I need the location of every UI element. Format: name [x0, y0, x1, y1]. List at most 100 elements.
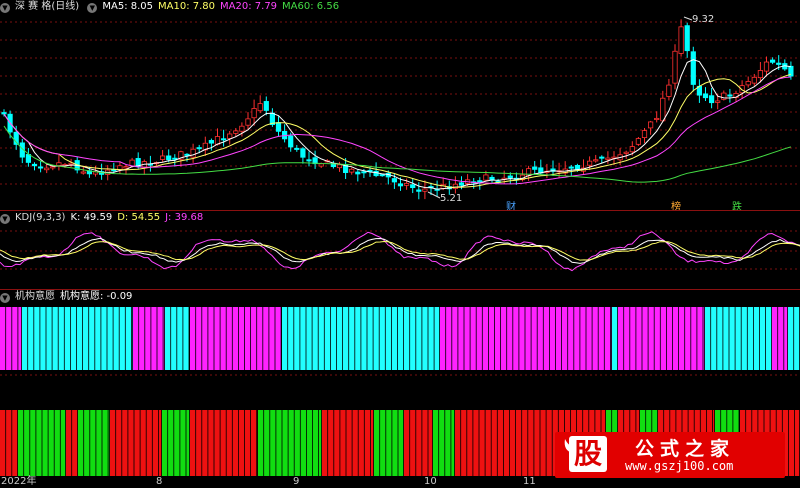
candle-body[interactable]	[25, 154, 32, 163]
candle-body[interactable]	[38, 166, 44, 169]
candle-body[interactable]	[208, 140, 214, 144]
candle-body[interactable]	[727, 94, 733, 97]
candle-body[interactable]	[410, 184, 416, 189]
candle-body[interactable]	[678, 26, 684, 54]
candle-body[interactable]	[593, 159, 599, 162]
candle-body[interactable]	[605, 157, 611, 160]
candle-body[interactable]	[416, 189, 422, 192]
candle-body[interactable]	[166, 155, 172, 161]
institution-bar	[355, 307, 361, 370]
candle-body[interactable]	[172, 157, 178, 160]
candle-body[interactable]	[739, 85, 745, 94]
institution-bar	[747, 307, 753, 370]
candle-body[interactable]	[361, 171, 367, 174]
candle-body[interactable]	[641, 130, 648, 139]
candle-body[interactable]	[587, 160, 593, 166]
candle-body[interactable]	[623, 151, 629, 154]
candle-body[interactable]	[300, 148, 306, 158]
trend-bar	[24, 410, 30, 476]
trend-bar	[152, 410, 158, 476]
trend-bar	[503, 410, 510, 476]
candle-body[interactable]	[190, 148, 196, 158]
candle-body[interactable]	[239, 125, 245, 132]
event-marker-rank[interactable]: 榜	[671, 198, 681, 210]
collapse-icon[interactable]: ▼	[0, 3, 10, 13]
candle-body[interactable]	[599, 156, 605, 159]
candle-body[interactable]	[684, 25, 690, 52]
candle-body[interactable]	[507, 175, 513, 179]
candle-body[interactable]	[751, 76, 757, 84]
candle-body[interactable]	[770, 59, 776, 63]
trend-bar	[509, 410, 516, 476]
candle-body[interactable]	[458, 182, 465, 186]
event-marker-finance[interactable]: 财	[506, 198, 516, 210]
candle-body[interactable]	[629, 146, 635, 153]
candle-body[interactable]	[757, 70, 764, 79]
candlestick-chart[interactable]	[0, 0, 800, 210]
candle-body[interactable]	[702, 93, 709, 99]
candle-body[interactable]	[483, 174, 489, 181]
candle-body[interactable]	[257, 103, 263, 112]
candle-body[interactable]	[635, 138, 642, 145]
candle-body[interactable]	[709, 95, 715, 104]
candle-body[interactable]	[275, 122, 282, 132]
candle-body[interactable]	[31, 163, 38, 167]
candle-body[interactable]	[227, 133, 233, 139]
candle-body[interactable]	[574, 165, 581, 170]
candle-body[interactable]	[654, 117, 660, 120]
candle-body[interactable]	[184, 153, 190, 156]
candle-body[interactable]	[159, 155, 166, 160]
candle-body[interactable]	[776, 62, 782, 65]
candle-body[interactable]	[44, 167, 50, 171]
candle-body[interactable]	[403, 183, 410, 186]
candle-body[interactable]	[196, 147, 202, 150]
candle-body[interactable]	[50, 166, 56, 169]
candle-body[interactable]	[220, 138, 227, 141]
candle-body[interactable]	[336, 164, 343, 169]
price-pane[interactable]: ▼ 深 赛 格(日线) ▼ MA5: 8.05 MA10: 7.80 MA20: 7.7…	[0, 0, 800, 210]
candle-body[interactable]	[763, 61, 770, 72]
candle-body[interactable]	[391, 178, 398, 183]
ma20-label: MA20: 7.79	[220, 1, 278, 12]
candle-body[interactable]	[263, 101, 269, 111]
candle-body[interactable]	[245, 118, 251, 126]
candle-body[interactable]	[123, 166, 129, 169]
kdj-pane[interactable]: ▼ KDJ(9,3,3) K: 49.59 D: 54.55 J: 39.68	[0, 211, 800, 289]
institution-bar	[89, 307, 95, 370]
candle-body[interactable]	[660, 97, 666, 122]
kdj-settings-icon[interactable]: ▼	[0, 214, 10, 224]
candle-body[interactable]	[288, 135, 294, 148]
institution-bar	[562, 307, 568, 370]
candle-body[interactable]	[318, 163, 324, 167]
candle-body[interactable]	[532, 166, 538, 170]
trend-bar	[54, 410, 60, 476]
candle-body[interactable]	[80, 171, 86, 174]
event-marker-drop[interactable]: 跌	[732, 198, 742, 210]
candle-body[interactable]	[648, 121, 654, 129]
candle-body[interactable]	[666, 84, 672, 97]
candle-body[interactable]	[379, 174, 385, 177]
candle-body[interactable]	[745, 81, 751, 86]
candle-body[interactable]	[355, 171, 361, 175]
candle-body[interactable]	[715, 100, 721, 103]
candle-body[interactable]	[672, 50, 678, 84]
trend-bar	[461, 410, 467, 476]
trend-bar	[18, 410, 24, 476]
candle-body[interactable]	[690, 51, 696, 85]
candle-body[interactable]	[56, 162, 62, 166]
candle-body[interactable]	[306, 159, 312, 162]
candle-body[interactable]	[373, 170, 379, 177]
candle-body[interactable]	[422, 188, 428, 192]
candle-body[interactable]	[1, 112, 7, 115]
candle-body[interactable]	[349, 168, 355, 173]
candle-body[interactable]	[294, 147, 300, 150]
candle-body[interactable]	[233, 130, 239, 134]
settings-icon[interactable]: ▼	[87, 3, 98, 13]
institution-settings-icon[interactable]: ▼	[0, 293, 10, 303]
candle-body[interactable]	[568, 166, 574, 169]
institution-bar	[171, 307, 177, 370]
candle-body[interactable]	[397, 183, 404, 187]
institution-bar	[40, 307, 46, 370]
trend-bar	[140, 410, 146, 476]
candle-body[interactable]	[251, 108, 257, 119]
